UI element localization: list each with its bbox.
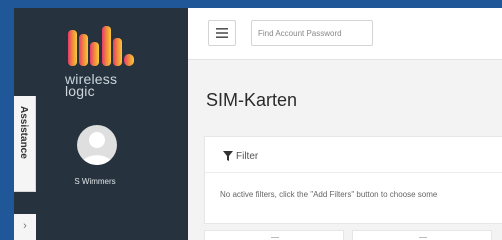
username[interactable]: S Wimmers [14,177,176,186]
user-silhouette-icon [81,132,113,165]
user-avatar[interactable] [77,125,117,165]
filter-panel: Filter No active filters, click the "Add… [204,136,502,224]
card-row [204,230,502,240]
sidebar: wireless logic S Wimmers [14,8,188,240]
funnel-icon [223,151,233,161]
filter-header[interactable]: Filter [205,137,502,173]
top-bar [188,8,502,60]
menu-toggle-button[interactable] [208,20,236,46]
assistance-tab[interactable]: Assistance [14,96,36,192]
search-input[interactable] [251,20,373,46]
wireless-logic-logo[interactable] [66,24,136,70]
page-title: SIM-Karten [206,90,298,110]
summary-card[interactable] [204,230,344,240]
app-window: wireless logic S Wimmers Assistance › Fi… [14,8,502,240]
logo-wordmark: wireless logic [65,72,117,98]
hamburger-icon [216,28,228,38]
chevron-right-icon[interactable]: › [14,214,36,240]
main-content: SIM-Karten Filter No active filters, cli… [188,8,502,240]
assistance-tab-label: Assistance [18,106,29,159]
filter-label: Filter [236,151,259,162]
summary-card[interactable] [352,230,492,240]
filter-empty-message: No active filters, click the "Add Filter… [220,190,438,199]
